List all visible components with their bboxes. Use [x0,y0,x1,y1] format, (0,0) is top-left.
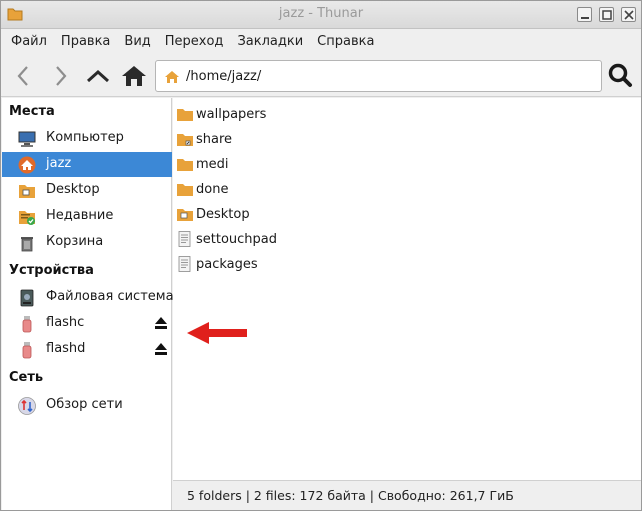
sidebar-item-label: Недавние [46,208,114,223]
title-bar[interactable]: jazz - Thunar [1,1,641,29]
search-icon [608,63,632,87]
minimize-button[interactable] [577,7,592,22]
menu-help[interactable]: Справка [310,34,381,49]
sidebar-item-label: flashd [46,341,86,356]
sidebar-item-label: Обзор сети [46,397,123,412]
folder-icon [177,109,193,121]
chevron-up-icon [86,69,110,83]
network-icon [18,397,36,415]
sidebar-item-network-browse[interactable]: Обзор сети [2,393,172,418]
file-list: wallpapers share medi done Desktop setto… [173,98,641,480]
back-button[interactable] [9,62,37,90]
chevron-right-icon [56,66,67,86]
annotation-arrow-icon [187,322,247,344]
text-file-icon [178,231,191,247]
close-button[interactable] [621,7,636,22]
menu-file[interactable]: Файл [4,34,54,49]
location-bar[interactable]: /home/jazz/ [155,60,602,92]
text-file-icon [178,256,191,272]
menu-edit[interactable]: Правка [54,34,117,49]
maximize-button[interactable] [599,7,614,22]
sidebar: Места Компьютер jazz Desktop Недавние Ко… [2,98,174,510]
file-name: Desktop [196,207,250,222]
list-item[interactable]: medi [173,152,641,177]
chevron-left-icon [17,66,28,86]
sidebar-item-label: Корзина [46,234,104,249]
sidebar-item-computer[interactable]: Компьютер [2,126,172,151]
sidebar-item-flashd[interactable]: flashd [2,337,172,362]
list-item[interactable]: Desktop [173,202,641,227]
desktop-folder-icon [177,209,193,221]
home-icon [122,66,146,86]
sidebar-item-flashc[interactable]: flashc [2,311,172,336]
list-item[interactable]: done [173,177,641,202]
status-text: 5 folders | 2 files: 172 байта | Свободн… [187,488,514,503]
menu-bookmarks[interactable]: Закладки [230,34,310,49]
recent-folder-icon [19,211,35,225]
sidebar-item-desktop[interactable]: Desktop [2,178,172,203]
menu-bar: Файл Правка Вид Переход Закладки Справка [1,29,641,54]
trash-icon [21,237,33,252]
sidebar-section-network: Сеть [9,370,44,385]
file-name: done [196,182,229,197]
sidebar-item-trash[interactable]: Корзина [2,230,172,255]
sidebar-section-devices: Устройства [9,263,94,278]
computer-icon [18,131,36,147]
status-bar: 5 folders | 2 files: 172 байта | Свободн… [173,480,641,510]
file-name: wallpapers [196,107,267,122]
home-location-icon [165,71,179,83]
list-item[interactable]: share [173,127,641,152]
location-path: /home/jazz/ [186,69,262,84]
file-name: packages [196,257,258,272]
sidebar-item-label: flashc [46,315,85,330]
usb-drive-icon [22,342,32,359]
search-button[interactable] [606,61,634,89]
file-name: share [196,132,233,147]
user-home-icon [18,156,36,174]
list-item[interactable]: settouchpad [173,227,641,252]
eject-icon[interactable] [154,317,168,329]
drive-icon [20,289,34,307]
eject-icon[interactable] [154,343,168,355]
file-name: settouchpad [196,232,278,247]
sidebar-item-label: jazz [46,156,72,171]
window-title: jazz - Thunar [278,6,364,21]
list-item[interactable]: wallpapers [173,102,641,127]
sidebar-item-label: Desktop [46,182,100,197]
sidebar-item-recent[interactable]: Недавние [2,204,172,229]
folder-link-icon [177,134,193,146]
up-button[interactable] [84,62,112,90]
sidebar-item-label: Файловая система [46,289,174,304]
folder-icon [177,159,193,171]
list-item[interactable]: packages [173,252,641,277]
menu-go[interactable]: Переход [158,34,231,49]
toolbar: /home/jazz/ [1,55,641,97]
menu-view[interactable]: Вид [117,34,157,49]
forward-button[interactable] [47,62,75,90]
usb-drive-icon [22,316,32,333]
home-button[interactable] [120,62,148,90]
sidebar-item-jazz[interactable]: jazz [2,152,172,177]
folder-icon [177,184,193,196]
file-name: medi [196,157,229,172]
sidebar-item-label: Компьютер [46,130,124,145]
desktop-folder-icon [19,185,35,198]
thunar-window: jazz - Thunar Файл Правка Вид Переход За… [0,0,642,511]
sidebar-item-filesystem[interactable]: Файловая система [2,285,174,310]
sidebar-section-places: Места [9,104,55,119]
